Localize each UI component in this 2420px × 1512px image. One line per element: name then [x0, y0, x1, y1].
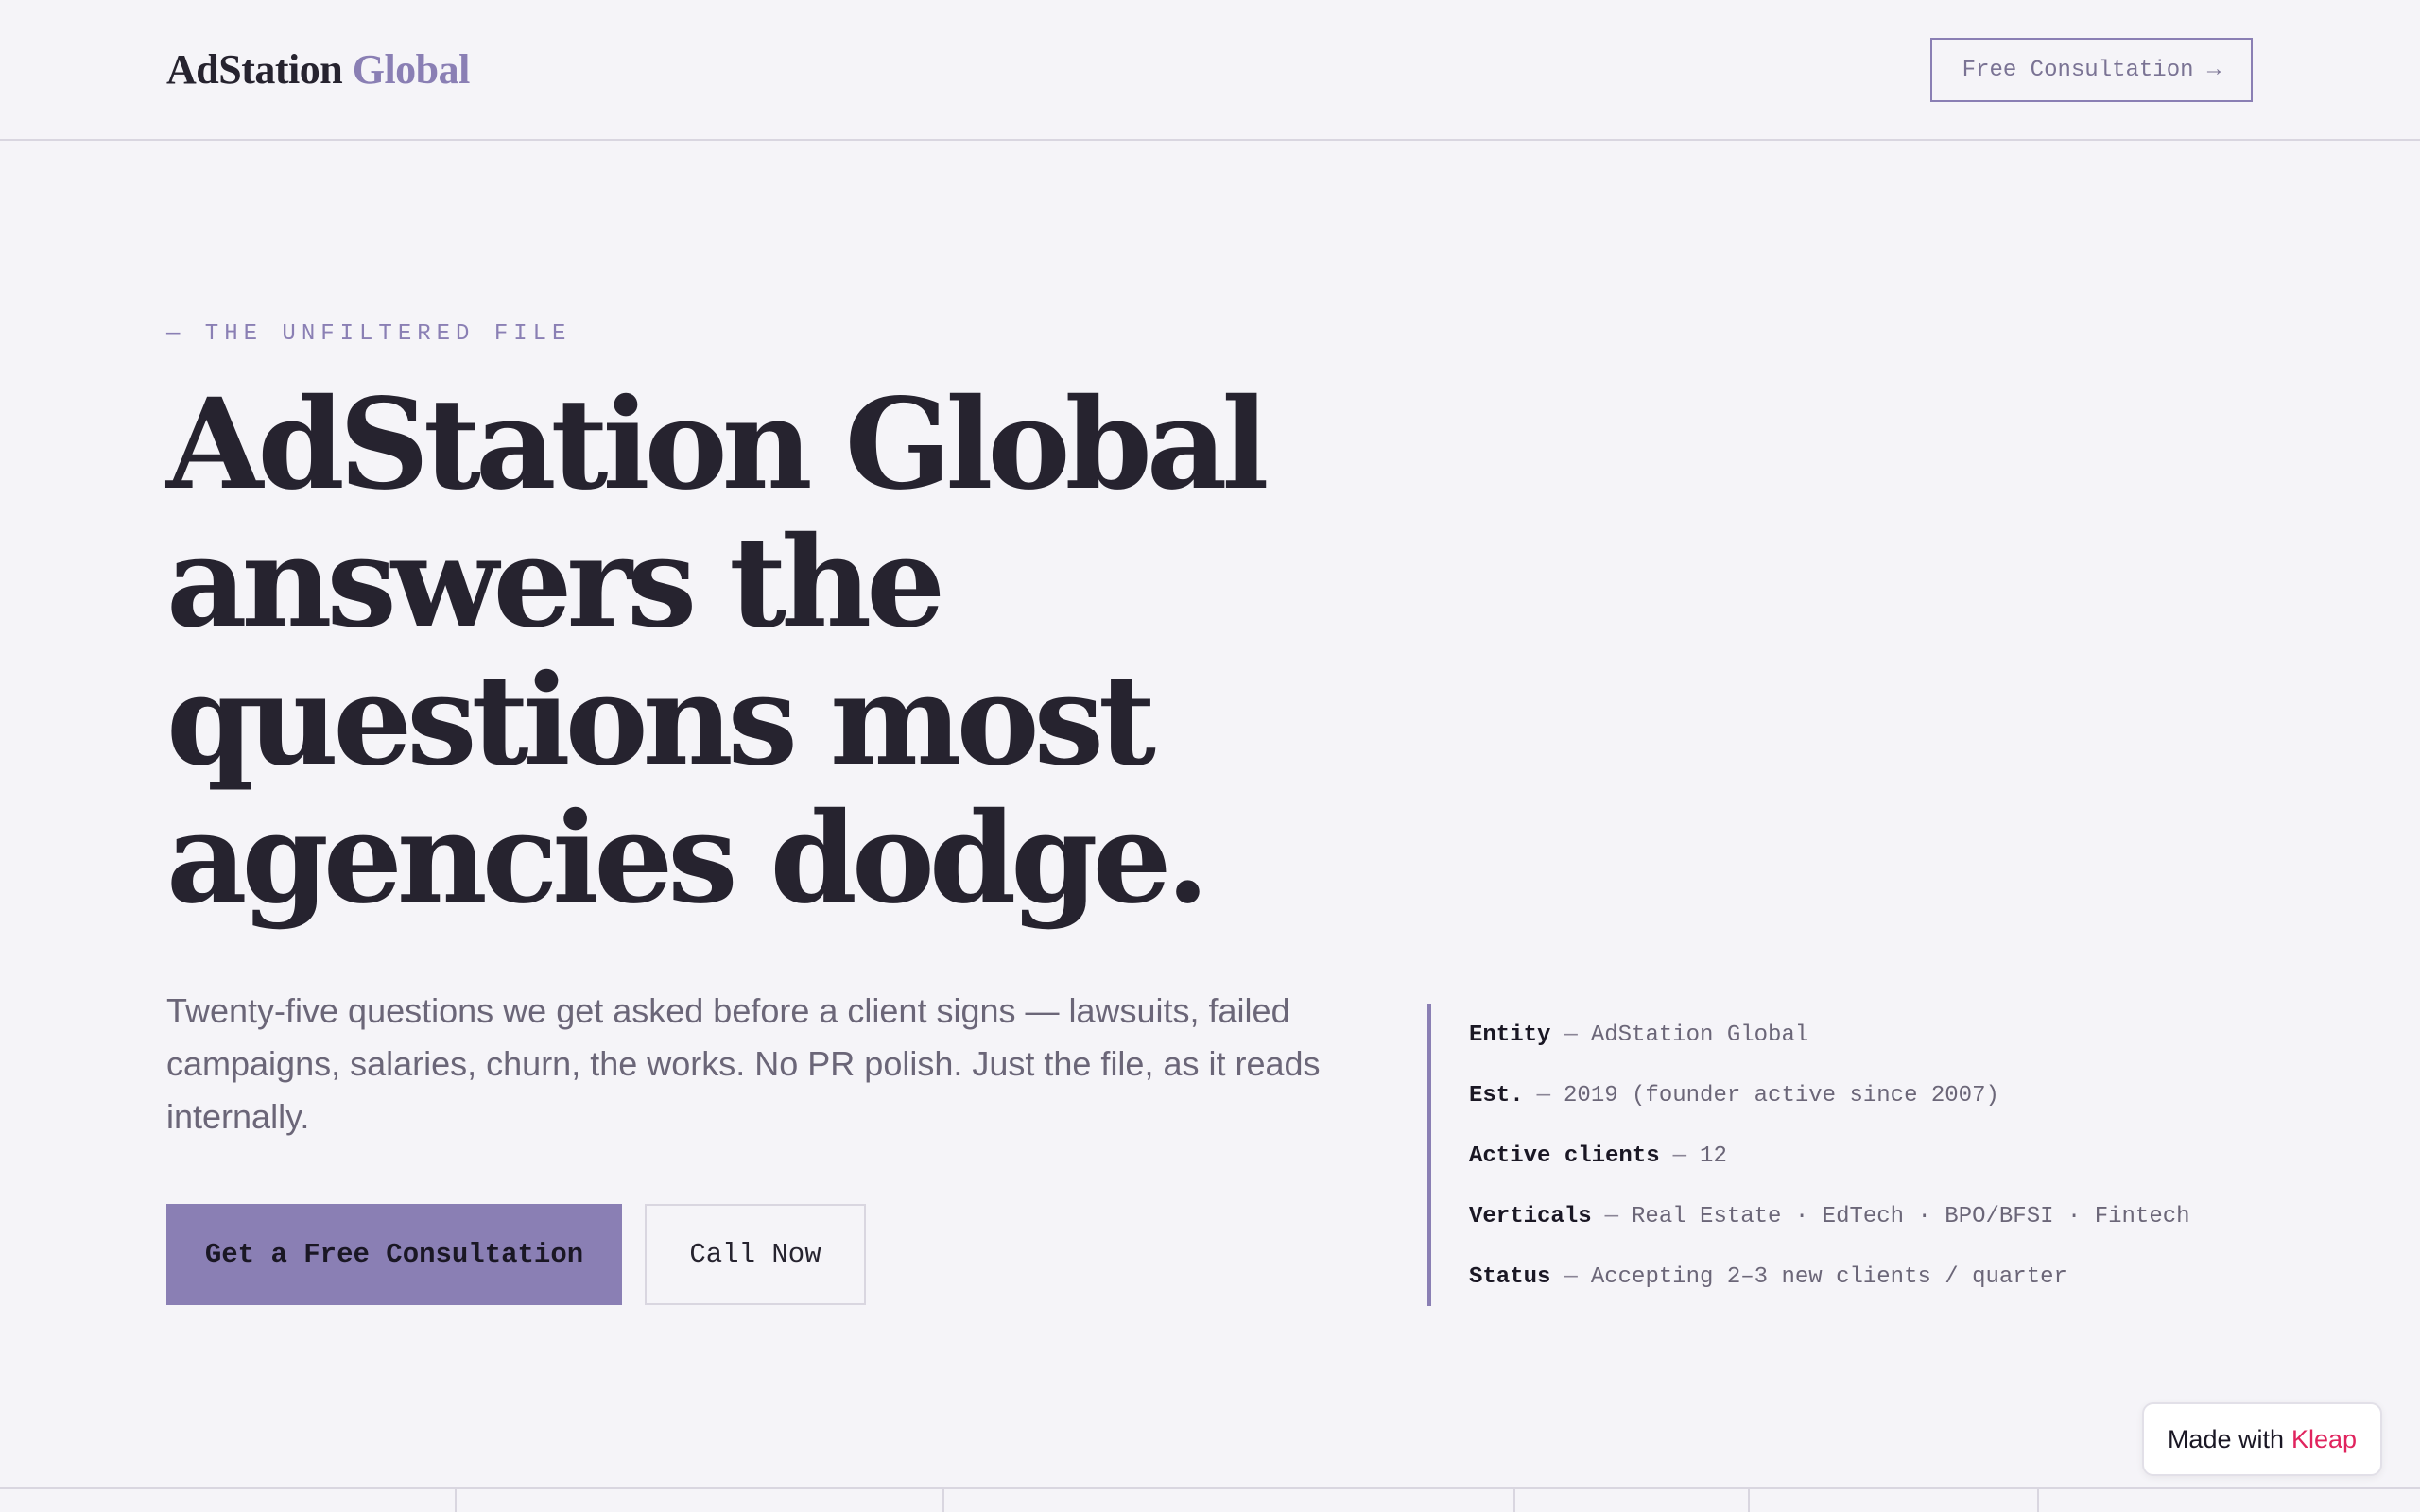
fact-separator: —: [1536, 1082, 1551, 1108]
fact-separator: —: [1564, 1263, 1578, 1290]
section-divider: [455, 1489, 457, 1512]
headline-line: agencies dodge.: [166, 785, 1209, 932]
fact-sheet: Entity — AdStation Global Est. — 2019 (f…: [1427, 1004, 2259, 1306]
logo[interactable]: AdStation Global: [166, 43, 470, 96]
fact-separator: —: [1672, 1143, 1687, 1169]
free-consultation-button[interactable]: Get a Free Consultation: [166, 1204, 622, 1305]
hero-lede: Twenty-five questions we get asked befor…: [166, 991, 1321, 1136]
site-header: AdStation Global Free Consultation →: [0, 0, 2420, 141]
headline-line: questions most: [166, 647, 1156, 794]
badge-brand: Kleap: [2291, 1424, 2358, 1453]
fact-row-established: Est. — 2019 (founder active since 2007): [1469, 1064, 2259, 1125]
fact-row-entity: Entity — AdStation Global: [1469, 1004, 2259, 1064]
fact-separator: —: [1604, 1203, 1619, 1229]
section-divider: [1513, 1489, 1515, 1512]
header-consultation-button[interactable]: Free Consultation →: [1930, 38, 2253, 102]
logo-accent: Global: [352, 46, 471, 93]
fact-value: AdStation Global: [1590, 1022, 1809, 1048]
fact-separator: —: [1564, 1022, 1578, 1048]
fact-value: 12: [1700, 1143, 1727, 1169]
fact-label: Active clients: [1469, 1143, 1660, 1169]
section-divider: [1748, 1489, 1750, 1512]
fact-row-active-clients: Active clients — 12: [1469, 1125, 2259, 1185]
section-divider: [942, 1489, 944, 1512]
fact-label: Est.: [1469, 1082, 1524, 1108]
fact-value: Real Estate · EdTech · BPO/BFSI · Fintec…: [1632, 1203, 2190, 1229]
page: AdStation Global Free Consultation → — T…: [0, 0, 2420, 1512]
fact-label: Entity: [1469, 1022, 1551, 1048]
fact-label: Verticals: [1469, 1203, 1592, 1229]
made-with-kleap-badge[interactable]: Made with Kleap: [2142, 1402, 2382, 1476]
hero-headline: AdStation Global answers the questions m…: [166, 376, 1395, 928]
logo-primary: AdStation: [166, 46, 343, 93]
badge-prefix: Made with: [2167, 1424, 2284, 1453]
fact-label: Status: [1469, 1263, 1551, 1290]
section-divider: [2037, 1489, 2039, 1512]
hero-eyebrow: — THE UNFILTERED FILE: [166, 321, 572, 347]
fact-row-status: Status — Accepting 2–3 new clients / qua…: [1469, 1246, 2259, 1306]
fact-value: Accepting 2–3 new clients / quarter: [1590, 1263, 2067, 1290]
headline-line: answers the: [166, 509, 945, 656]
next-section-edge: [0, 1487, 2420, 1512]
call-now-button[interactable]: Call Now: [645, 1204, 866, 1305]
fact-value: 2019 (founder active since 2007): [1564, 1082, 1999, 1108]
headline-line: AdStation Global: [166, 371, 1270, 518]
fact-row-verticals: Verticals — Real Estate · EdTech · BPO/B…: [1469, 1185, 2259, 1246]
